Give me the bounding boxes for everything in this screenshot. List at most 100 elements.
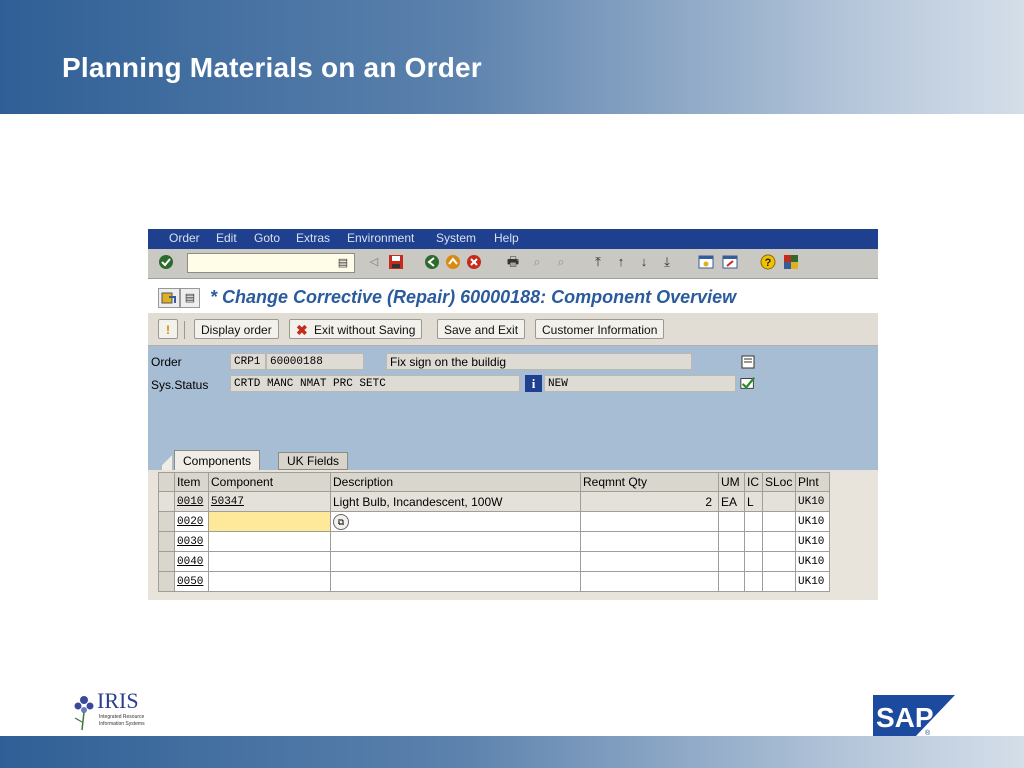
column-header-um[interactable]: UM <box>718 472 745 492</box>
cell-um[interactable]: EA <box>718 491 745 512</box>
cell-ic[interactable] <box>744 551 763 572</box>
cell-reqmnt-qty[interactable] <box>580 571 719 592</box>
column-header-plnt[interactable]: Plnt <box>795 472 830 492</box>
menu-system[interactable]: System <box>436 231 476 245</box>
help-icon[interactable]: ? <box>760 254 776 270</box>
cell-um[interactable] <box>718 551 745 572</box>
cell-plnt[interactable]: UK10 <box>795 491 830 512</box>
customer-information-button[interactable]: Customer Information <box>535 319 665 339</box>
column-header-ic[interactable]: IC <box>744 472 763 492</box>
cell-ic[interactable] <box>744 571 763 592</box>
exit-without-saving-button[interactable]: ✖ Exit without Saving <box>289 319 423 339</box>
application-toolbar: ! Display order ✖ Exit without Saving Sa… <box>148 313 878 346</box>
cell-sloc[interactable] <box>762 571 796 592</box>
status-check-icon[interactable] <box>740 375 756 391</box>
select-all-header[interactable] <box>158 472 175 492</box>
row-selector[interactable] <box>158 511 175 532</box>
cell-sloc[interactable] <box>762 491 796 512</box>
slide-footer-band <box>0 736 1024 768</box>
cell-plnt[interactable]: UK10 <box>795 551 830 572</box>
menu-order[interactable]: Order <box>169 231 200 245</box>
save-and-exit-button[interactable]: Save and Exit <box>437 319 526 339</box>
cell-reqmnt-qty[interactable] <box>580 531 719 552</box>
cell-description[interactable] <box>330 531 581 552</box>
menu-edit[interactable]: Edit <box>216 231 237 245</box>
cell-item[interactable]: 0010 <box>174 491 209 512</box>
cell-plnt[interactable]: UK10 <box>795 511 830 532</box>
save-icon[interactable] <box>388 254 404 270</box>
info-icon[interactable]: i <box>525 375 542 392</box>
first-page-icon[interactable]: ⤒ <box>590 254 606 270</box>
cell-ic[interactable] <box>744 511 763 532</box>
menu-goto[interactable]: Goto <box>254 231 280 245</box>
cell-component[interactable]: 50347 <box>208 491 331 512</box>
find-next-icon[interactable]: ⌕ <box>553 254 569 270</box>
cell-item[interactable]: 0050 <box>174 571 209 592</box>
cell-component-input[interactable] <box>208 511 331 532</box>
order-number-field: 60000188 <box>266 353 364 370</box>
table-row: 0040 UK10 <box>158 551 830 572</box>
tab-uk-fields[interactable]: UK Fields <box>278 452 349 470</box>
column-header-item[interactable]: Item <box>174 472 209 492</box>
cell-reqmnt-qty[interactable]: 2 <box>580 491 719 512</box>
exit-icon[interactable] <box>445 254 461 270</box>
cell-item[interactable]: 0030 <box>174 531 209 552</box>
command-field[interactable] <box>187 253 355 273</box>
print-icon[interactable]: 🖶 <box>505 254 521 270</box>
alert-button[interactable]: ! <box>158 319 178 339</box>
menu-extras[interactable]: Extras <box>296 231 330 245</box>
row-selector[interactable] <box>158 531 175 552</box>
layout-menu-icon[interactable] <box>783 254 799 270</box>
cell-sloc[interactable] <box>762 531 796 552</box>
cell-sloc[interactable] <box>762 511 796 532</box>
row-selector[interactable] <box>158 571 175 592</box>
cell-description[interactable]: Light Bulb, Incandescent, 100W <box>330 491 581 512</box>
cell-component[interactable] <box>208 551 331 572</box>
tab-components[interactable]: Components <box>174 450 261 470</box>
back-icon[interactable] <box>424 254 440 270</box>
cell-ic[interactable]: L <box>744 491 763 512</box>
shortcut-icon[interactable] <box>722 254 738 270</box>
command-history-icon[interactable]: ▤ <box>335 255 351 271</box>
table-row: 0020 ⧉ UK10 <box>158 511 830 532</box>
other-order-icon[interactable] <box>158 288 180 308</box>
display-order-button[interactable]: Display order <box>194 319 279 339</box>
display-change-icon[interactable]: ▤ <box>180 288 200 308</box>
cell-description[interactable] <box>330 551 581 572</box>
back-arrow-icon[interactable]: ◁ <box>366 254 382 270</box>
column-header-description[interactable]: Description <box>330 472 581 492</box>
cancel-icon[interactable] <box>466 254 482 270</box>
cell-sloc[interactable] <box>762 551 796 572</box>
cell-component[interactable] <box>208 531 331 552</box>
possible-entries-icon[interactable]: ⧉ <box>333 513 349 530</box>
cell-um[interactable] <box>718 531 745 552</box>
cell-item[interactable]: 0020 <box>174 511 209 532</box>
row-selector[interactable] <box>158 551 175 572</box>
create-session-icon[interactable] <box>698 254 714 270</box>
cell-reqmnt-qty[interactable] <box>580 511 719 532</box>
row-selector[interactable] <box>158 491 175 512</box>
menu-environment[interactable]: Environment <box>347 231 414 245</box>
order-text-field[interactable]: Fix sign on the buildig <box>386 353 692 370</box>
cell-ic[interactable] <box>744 531 763 552</box>
cell-plnt[interactable]: UK10 <box>795 531 830 552</box>
column-header-sloc[interactable]: SLoc <box>762 472 796 492</box>
find-icon[interactable]: ⌕ <box>529 254 545 270</box>
cell-description[interactable] <box>330 571 581 592</box>
column-header-component[interactable]: Component <box>208 472 331 492</box>
previous-page-icon[interactable]: ↑ <box>613 254 629 270</box>
column-header-reqmnt-qty[interactable]: Reqmnt Qty <box>580 472 719 492</box>
cell-um[interactable] <box>718 511 745 532</box>
last-page-icon[interactable]: ⤓ <box>659 254 675 270</box>
cell-component[interactable] <box>208 571 331 592</box>
cell-item[interactable]: 0040 <box>174 551 209 572</box>
long-text-icon[interactable] <box>740 354 756 370</box>
cell-description[interactable]: ⧉ <box>330 511 581 532</box>
menu-help[interactable]: Help <box>494 231 519 245</box>
enter-icon[interactable] <box>158 254 174 270</box>
tab-corner <box>162 450 172 470</box>
next-page-icon[interactable]: ↓ <box>636 254 652 270</box>
cell-reqmnt-qty[interactable] <box>580 551 719 572</box>
cell-plnt[interactable]: UK10 <box>795 571 830 592</box>
cell-um[interactable] <box>718 571 745 592</box>
